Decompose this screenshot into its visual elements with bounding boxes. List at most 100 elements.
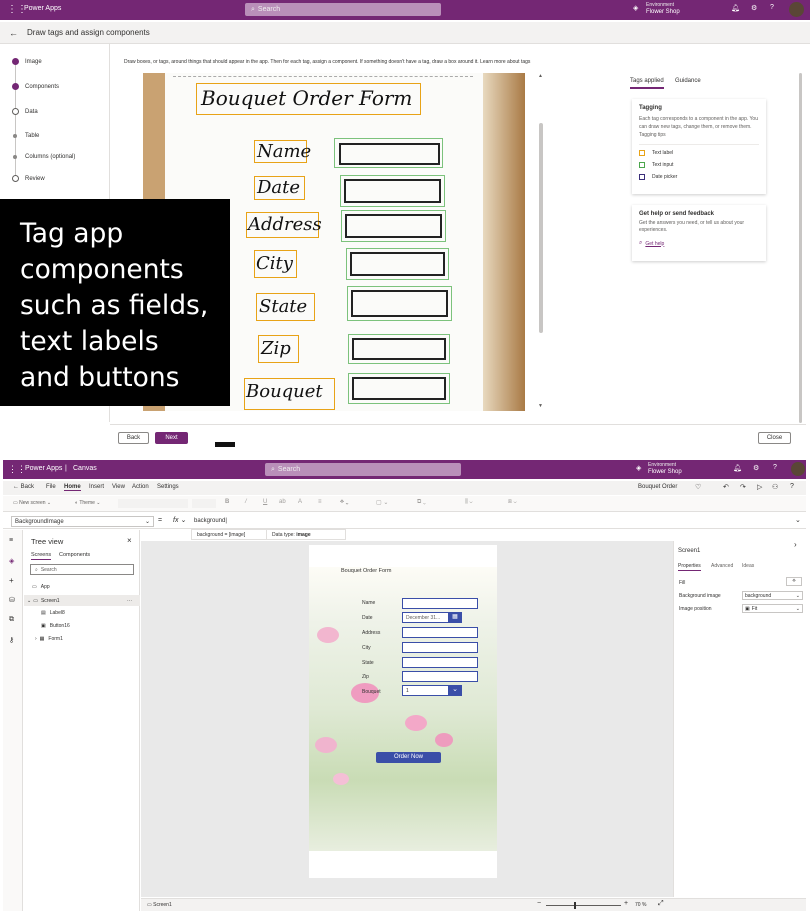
size-box[interactable]	[192, 499, 216, 508]
tree-item-screen1[interactable]: ⌄ ▭ Screen1 ···	[24, 595, 140, 606]
collapse-panel-icon[interactable]: ›	[794, 540, 797, 549]
tab-advanced[interactable]: Advanced	[711, 563, 733, 569]
tab-properties[interactable]: Properties	[678, 563, 701, 571]
menu-home[interactable]: Home	[64, 484, 81, 491]
variables-icon[interactable]: ⚷	[9, 636, 14, 644]
menu-back[interactable]: ← Back	[13, 484, 34, 490]
zip-input[interactable]	[402, 671, 478, 682]
scroll-up-icon[interactable]: ▲	[538, 73, 543, 79]
font-color-icon[interactable]: A	[298, 499, 302, 505]
screen-selector[interactable]: ▭ Screen1	[147, 902, 172, 908]
tree-item-button16[interactable]: ▣ Button16	[41, 623, 70, 629]
step-data[interactable]: Data	[12, 108, 38, 115]
underline-icon[interactable]: U	[263, 499, 267, 505]
step-image[interactable]: Image	[12, 58, 42, 65]
fill-icon[interactable]: ⟡ ⌄	[340, 499, 348, 506]
gear-icon[interactable]: ⚙	[751, 4, 757, 12]
name-input[interactable]	[402, 598, 478, 609]
address-input[interactable]	[402, 627, 478, 638]
menu-insert[interactable]: Insert	[89, 484, 104, 490]
expand-formula-icon[interactable]: ⌄	[795, 516, 801, 524]
redo-icon[interactable]: ↷	[740, 483, 746, 491]
fill-picker[interactable]: ⟡	[786, 577, 802, 586]
next-button[interactable]: Next	[155, 432, 188, 444]
tab-components[interactable]: Components	[59, 552, 90, 558]
zoom-out-icon[interactable]: −	[537, 900, 541, 907]
font-box[interactable]	[118, 499, 188, 508]
formula-input[interactable]: background|	[191, 516, 791, 527]
data-icon[interactable]: ⛁	[9, 596, 15, 604]
top-search-input[interactable]: ⌕ Search	[245, 3, 441, 16]
align-objects-icon[interactable]: ⫼ ⌄	[465, 499, 473, 506]
scroll-down-icon[interactable]: ▼	[538, 403, 543, 409]
menu-action[interactable]: Action	[132, 484, 149, 490]
studio-search-input[interactable]: ⌕ Search	[265, 463, 461, 476]
scroll-thumb[interactable]	[539, 123, 543, 333]
menu-view[interactable]: View	[112, 484, 125, 490]
fit-screen-icon[interactable]: ⤢	[658, 900, 664, 908]
menu-file[interactable]: File	[46, 484, 56, 490]
back-button[interactable]: Back	[118, 432, 149, 444]
bold-icon[interactable]: B	[225, 499, 229, 505]
env-name[interactable]: Flower Shop	[646, 9, 680, 15]
tab-tags-applied[interactable]: Tags applied	[630, 78, 664, 89]
undo-icon[interactable]: ↶	[723, 483, 729, 491]
help-icon[interactable]: ?	[773, 464, 777, 471]
zoom-slider[interactable]	[546, 905, 621, 906]
avatar[interactable]	[791, 462, 805, 476]
app-screen[interactable]: Bouquet Order Form Name Date December 31…	[309, 545, 497, 878]
menu-settings[interactable]: Settings	[157, 484, 179, 490]
tab-ideas[interactable]: Ideas	[742, 563, 754, 569]
italic-icon[interactable]: /	[245, 499, 247, 505]
help-icon[interactable]: ?	[770, 4, 774, 11]
tab-guidance[interactable]: Guidance	[675, 78, 701, 84]
add-icon[interactable]: +	[9, 576, 14, 585]
share-icon[interactable]: ⚇	[772, 483, 778, 491]
step-review[interactable]: Review	[12, 175, 45, 182]
avatar[interactable]	[789, 2, 804, 17]
group-icon[interactable]: ⧈ ⌄	[508, 499, 517, 506]
gear-icon[interactable]: ⚙	[753, 464, 759, 472]
tab-screens[interactable]: Screens	[31, 552, 52, 560]
city-input[interactable]	[402, 642, 478, 653]
panel-scrollbar[interactable]	[799, 73, 802, 423]
order-now-button[interactable]: Order Now	[376, 752, 441, 763]
bell-icon[interactable]: 🔔︎	[731, 4, 740, 12]
theme-button[interactable]: ◐ Theme ⌄	[75, 500, 100, 506]
property-dropdown[interactable]: BackgroundImage ⌄	[11, 516, 154, 527]
zoom-in-icon[interactable]: +	[624, 900, 628, 907]
step-components[interactable]: Components	[12, 83, 59, 90]
tree-item-app[interactable]: ▭ App	[32, 584, 50, 590]
calendar-icon[interactable]: ▦	[448, 612, 462, 623]
align-icon[interactable]: ≡	[318, 499, 322, 505]
more-help-icon[interactable]: ?	[790, 483, 794, 490]
strike-icon[interactable]: ab	[279, 499, 286, 505]
layers-icon[interactable]: ◈	[9, 557, 14, 565]
hamburger-icon[interactable]: ≡	[9, 537, 13, 544]
close-button[interactable]: Close	[758, 432, 791, 444]
state-input[interactable]	[402, 657, 478, 668]
step-table[interactable]: Table	[13, 133, 39, 139]
position-dropdown[interactable]: ▣ Fit ⌄	[742, 604, 803, 613]
more-icon[interactable]: ···	[127, 598, 132, 604]
zoom-thumb[interactable]	[574, 902, 576, 909]
media-icon[interactable]: ⧉	[9, 616, 14, 624]
play-icon[interactable]: ▷	[757, 483, 762, 491]
studio-waffle-icon[interactable]: ⋮⋮	[8, 464, 26, 475]
studio-env-name[interactable]: Flower Shop	[648, 469, 682, 475]
border-icon[interactable]: ▢ ⌄	[376, 499, 388, 506]
step-columns[interactable]: Columns (optional)	[13, 154, 75, 160]
canvas-scrollbar[interactable]: ▲ ▼	[538, 73, 544, 411]
back-arrow-icon[interactable]: ←	[9, 28, 18, 38]
bg-image-dropdown[interactable]: background ⌄	[742, 591, 803, 600]
reorder-icon[interactable]: ⧉ ⌄	[417, 499, 426, 506]
app-checker-icon[interactable]: ♡	[695, 483, 701, 491]
bell-icon[interactable]: 🔔︎	[733, 464, 742, 472]
tree-item-form1[interactable]: › ▦ Form1	[35, 636, 63, 642]
chevron-down-icon[interactable]: ⌄	[448, 685, 462, 696]
tree-item-label8[interactable]: ▤ Label8	[41, 610, 65, 616]
new-screen-button[interactable]: ▭ New screen ⌄	[13, 500, 51, 506]
get-help-link[interactable]: ⌕ Get help	[639, 240, 759, 247]
fx-button[interactable]: fx ⌄	[173, 516, 186, 524]
tree-search-input[interactable]: ⌕ Search	[30, 564, 134, 575]
